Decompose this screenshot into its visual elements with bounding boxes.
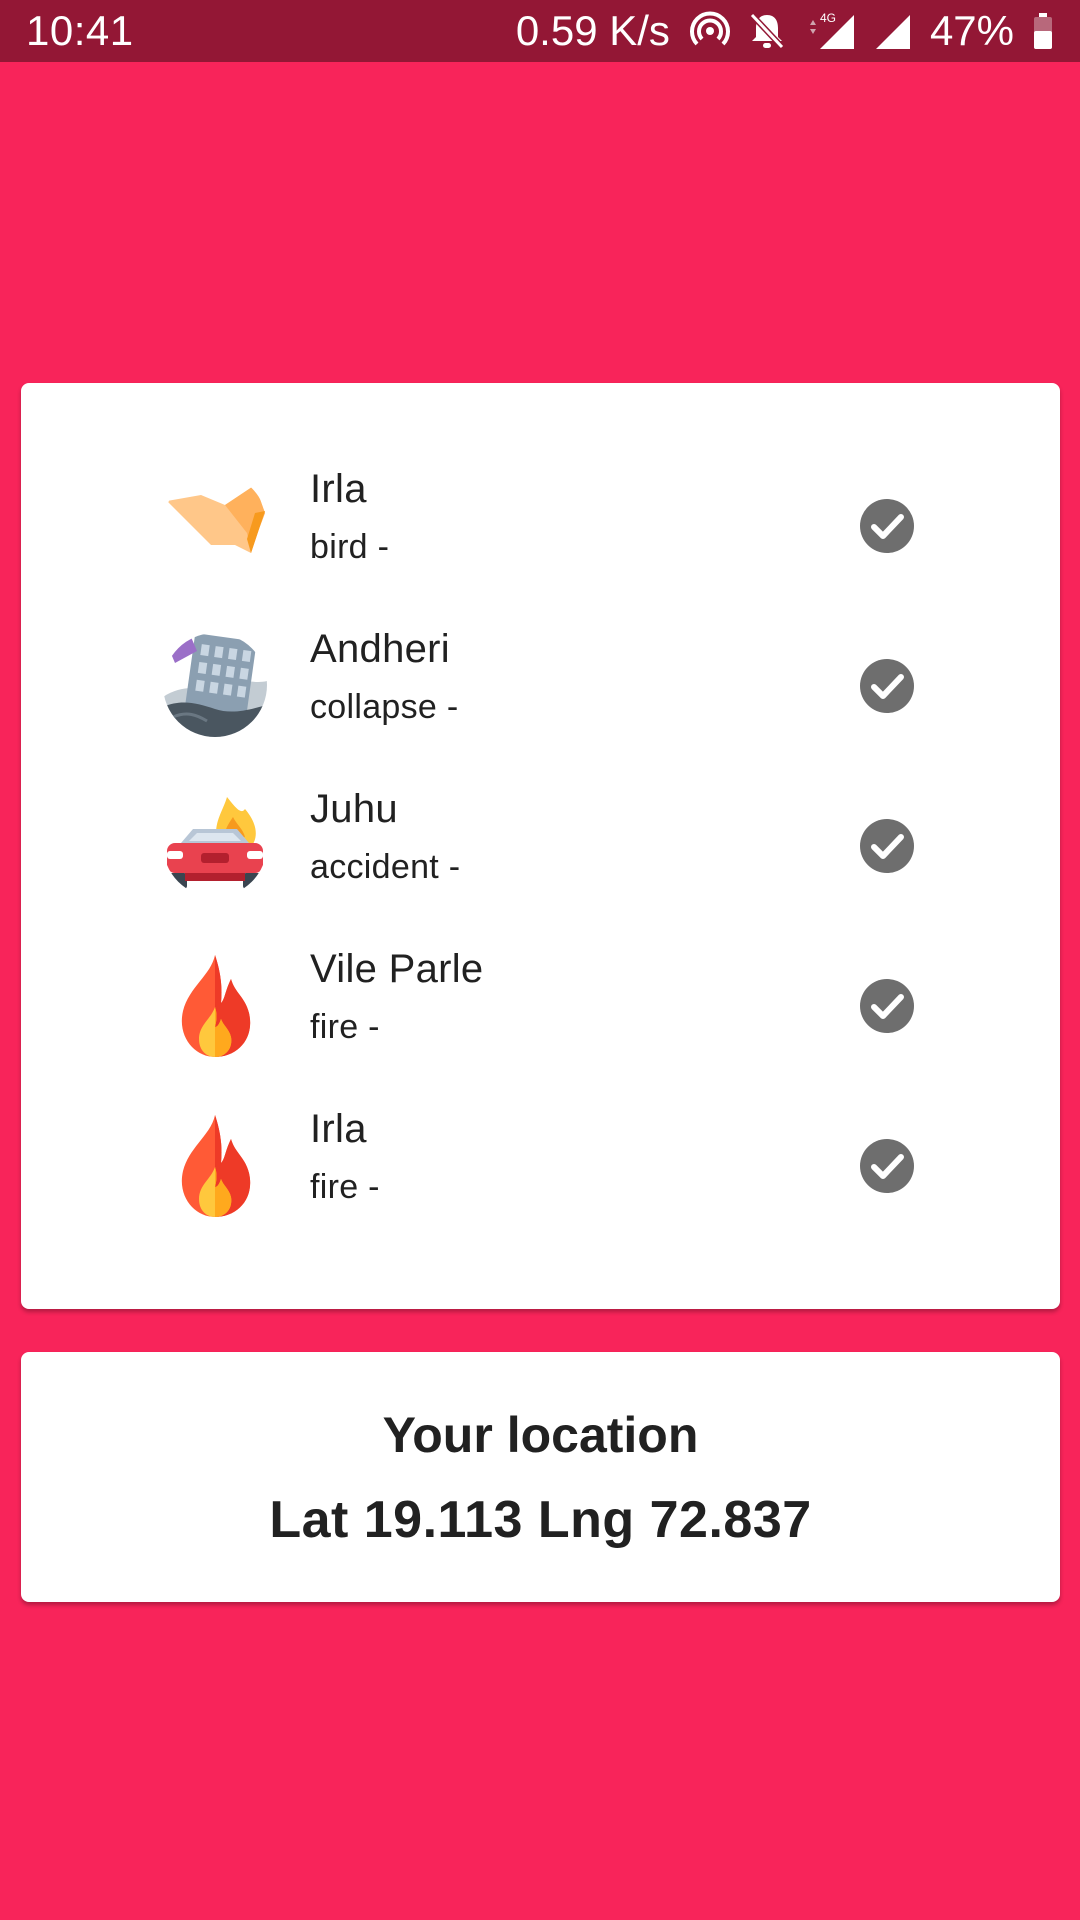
- incident-place: Irla: [310, 1107, 367, 1151]
- incident-type: fire -: [310, 1008, 380, 1046]
- status-time: 10:41: [26, 7, 134, 54]
- incident-place: Juhu: [310, 787, 398, 831]
- status-icons: 0.59 K/s 4G 47%: [516, 7, 1054, 55]
- incident-type: accident -: [310, 848, 461, 886]
- car-accident-icon: [163, 793, 267, 897]
- check-circle-icon[interactable]: [860, 979, 914, 1033]
- incident-place: Vile Parle: [310, 947, 484, 991]
- list-item[interactable]: Irla bird -: [21, 445, 1060, 605]
- bird-icon: [163, 473, 267, 577]
- network-speed: 0.59 K/s: [515, 7, 670, 54]
- signal-icon: [874, 11, 912, 51]
- check-circle-icon[interactable]: [860, 1139, 914, 1193]
- fire-icon: [163, 953, 267, 1057]
- battery-icon: [1032, 11, 1054, 51]
- incident-type: fire -: [310, 1168, 380, 1206]
- location-coordinates: Lat 19.113 Lng 72.837: [269, 1491, 812, 1549]
- incident-place: Irla: [310, 467, 367, 511]
- location-card: Your location Lat 19.113 Lng 72.837: [21, 1352, 1060, 1602]
- incident-place: Andheri: [310, 627, 450, 671]
- fire-icon: [163, 1113, 267, 1217]
- incident-type: collapse -: [310, 688, 459, 726]
- hotspot-icon: [689, 11, 730, 51]
- check-circle-icon[interactable]: [860, 499, 914, 553]
- check-circle-icon[interactable]: [860, 659, 914, 713]
- location-title: Your location: [382, 1407, 699, 1463]
- battery-percent: 47%: [929, 7, 1014, 54]
- check-circle-icon[interactable]: [860, 819, 914, 873]
- list-item[interactable]: Irla fire -: [21, 1085, 1060, 1245]
- status-bar: 10:41 0.59 K/s 4G 47%: [0, 0, 1080, 62]
- bell-off-icon: [748, 11, 786, 51]
- incident-list-card: Irla bird - Andheri collapse - Juhu acci…: [21, 383, 1060, 1309]
- network-type: 4G: [820, 11, 836, 25]
- signal-4g-icon: 4G: [804, 11, 856, 51]
- list-item[interactable]: Vile Parle fire -: [21, 925, 1060, 1085]
- building-collapse-icon: [163, 633, 267, 737]
- incident-type: bird -: [310, 528, 390, 566]
- list-item[interactable]: Juhu accident -: [21, 765, 1060, 925]
- list-item[interactable]: Andheri collapse -: [21, 605, 1060, 765]
